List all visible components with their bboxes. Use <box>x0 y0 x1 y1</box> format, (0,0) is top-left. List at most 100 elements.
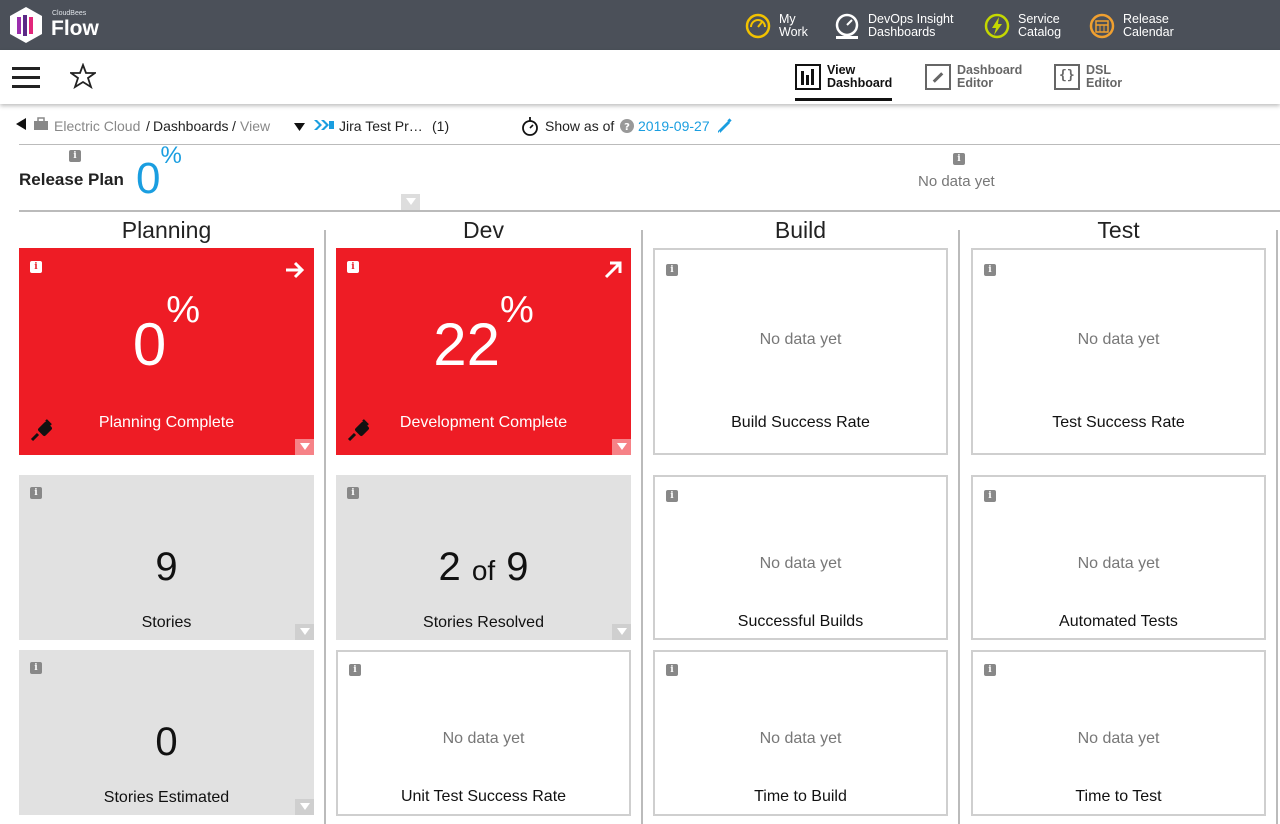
expand-arrow-icon[interactable] <box>295 624 314 640</box>
info-icon[interactable]: i <box>30 261 42 273</box>
tile-successful-builds[interactable]: i No data yet Successful Builds <box>653 475 948 640</box>
show-as-of-label: Show as of <box>545 118 615 134</box>
planning-complete-value: 0% <box>132 289 201 378</box>
tile-time-to-build[interactable]: i No data yet Time to Build <box>653 650 948 816</box>
no-data-text: No data yet <box>759 331 842 348</box>
cloudbees-logo-icon[interactable] <box>8 6 44 44</box>
nav-devops-insight[interactable]: DevOps Insight Dashboards <box>834 11 988 41</box>
as-of-date-link[interactable]: 2019-09-27 <box>638 118 710 134</box>
info-icon[interactable]: i <box>984 664 996 676</box>
plug-icon <box>347 419 369 442</box>
pipeline-icon <box>314 120 334 130</box>
stories-estimated-value: 0 <box>155 720 178 764</box>
help-icon[interactable]: ? <box>620 119 634 133</box>
info-icon[interactable]: i <box>666 264 678 276</box>
no-data-text: No data yet <box>759 730 842 747</box>
stories-resolved-value: 2 of 9 <box>438 545 529 589</box>
nav-label: DevOps Insight Dashboards <box>868 12 954 39</box>
expand-arrow-icon[interactable] <box>612 624 631 640</box>
tile-test-success-rate[interactable]: i No data yet Test Success Rate <box>971 248 1266 455</box>
info-icon[interactable]: i <box>349 664 361 676</box>
project-selector[interactable]: Jira Test Pr… <box>339 118 423 134</box>
info-icon[interactable]: i <box>666 490 678 502</box>
divider <box>19 210 1280 212</box>
tile-label: Time to Build <box>754 788 847 805</box>
menu-hamburger-icon[interactable] <box>12 67 40 88</box>
tile-label: Test Success Rate <box>1052 414 1185 431</box>
bar-chart-icon <box>795 64 821 90</box>
no-data-text: No data yet <box>1077 730 1160 747</box>
nav-label: Release Calendar <box>1123 12 1174 39</box>
expand-arrow-icon[interactable] <box>295 439 314 455</box>
info-icon[interactable]: i <box>953 153 965 165</box>
breadcrumb-separator: / <box>232 118 236 134</box>
info-icon[interactable]: i <box>347 487 359 499</box>
tile-label: Stories <box>141 614 192 631</box>
breadcrumb-dashboards[interactable]: Dashboards <box>153 118 229 134</box>
tile-label: Build Success Rate <box>731 414 870 431</box>
info-icon[interactable]: i <box>347 261 359 273</box>
arrow-right-icon <box>286 261 305 279</box>
svg-text:?: ? <box>624 122 630 133</box>
release-plan-label: Release Plan <box>19 170 124 189</box>
brand-small-text: CloudBees <box>52 10 87 17</box>
tile-label: Planning Complete <box>98 414 235 431</box>
breadcrumb-separator: / <box>146 118 150 134</box>
tile-label: Development Complete <box>399 414 568 431</box>
tile-development-complete[interactable]: i 22% Development Complete <box>336 248 631 455</box>
tile-label: Automated Tests <box>1059 613 1178 630</box>
column-title-planning: Planning <box>121 217 212 243</box>
back-arrow-icon[interactable] <box>14 117 28 131</box>
no-data-text: No data yet <box>442 730 525 747</box>
pencil-edit-icon <box>925 64 951 90</box>
expand-arrow-icon[interactable] <box>401 194 420 210</box>
column-divider <box>958 230 960 824</box>
column-divider <box>1276 230 1278 824</box>
info-icon[interactable]: i <box>30 662 42 674</box>
project-count: (1) <box>432 118 450 134</box>
brand-name[interactable]: Flow <box>51 17 99 41</box>
tile-build-success-rate[interactable]: i No data yet Build Success Rate <box>653 248 948 455</box>
tile-stories-resolved[interactable]: i 2 of 9 Stories Resolved <box>336 475 631 640</box>
tile-label: Time to Test <box>1075 788 1162 805</box>
tile-label: Stories Resolved <box>423 614 544 631</box>
view-toolbar: View Dashboard Dashboard Editor {} DSL Edit… <box>0 50 1280 104</box>
no-data-text: No data yet <box>759 555 842 572</box>
gauge-icon <box>835 13 859 39</box>
column-title-build: Build <box>774 217 827 243</box>
expand-arrow-icon[interactable] <box>612 439 631 455</box>
tile-time-to-test[interactable]: i No data yet Time to Test <box>971 650 1266 816</box>
no-data-text: No data yet <box>1077 331 1160 348</box>
view-dashboard-label: View Dashboard <box>827 63 893 90</box>
info-icon[interactable]: i <box>666 664 678 676</box>
expand-arrow-icon[interactable] <box>295 799 314 815</box>
column-divider <box>324 230 326 824</box>
tile-planning-complete[interactable]: i 0% Planning Complete <box>19 248 314 455</box>
tile-automated-tests[interactable]: i No data yet Automated Tests <box>971 475 1266 640</box>
info-icon[interactable]: i <box>984 264 996 276</box>
nav-release-calendar[interactable]: Release Calendar <box>1089 11 1223 41</box>
info-icon[interactable]: i <box>30 487 42 499</box>
dashboard-editor-button[interactable]: Dashboard Editor <box>925 64 1022 96</box>
dashboard-sun-icon <box>745 13 771 39</box>
calendar-icon <box>1089 13 1115 39</box>
info-icon[interactable]: i <box>69 150 81 162</box>
tile-stories[interactable]: i 9 Stories <box>19 475 314 640</box>
pencil-icon[interactable] <box>717 118 733 134</box>
arrow-up-right-icon <box>604 261 622 279</box>
dsl-editor-button[interactable]: {} DSL Editor <box>1054 64 1122 96</box>
view-dashboard-button[interactable]: View Dashboard <box>795 63 893 101</box>
lightning-icon <box>984 13 1010 39</box>
breadcrumb-electric-cloud[interactable]: Electric Cloud <box>54 118 140 134</box>
release-plan-percent: 0% <box>136 142 182 203</box>
dashboard-editor-label: Dashboard Editor <box>957 63 1023 90</box>
breadcrumb: Electric Cloud / Dashboards / View Jira … <box>0 112 1280 140</box>
favorite-star-icon[interactable] <box>70 63 96 89</box>
tile-unit-test-success-rate[interactable]: i No data yet Unit Test Success Rate <box>336 650 631 816</box>
briefcase-icon <box>34 117 48 130</box>
dropdown-caret-icon[interactable] <box>294 123 305 131</box>
stories-value: 9 <box>155 545 178 589</box>
column-title-dev: Dev <box>463 217 504 243</box>
info-icon[interactable]: i <box>984 490 996 502</box>
tile-stories-estimated[interactable]: i 0 Stories Estimated <box>19 650 314 815</box>
